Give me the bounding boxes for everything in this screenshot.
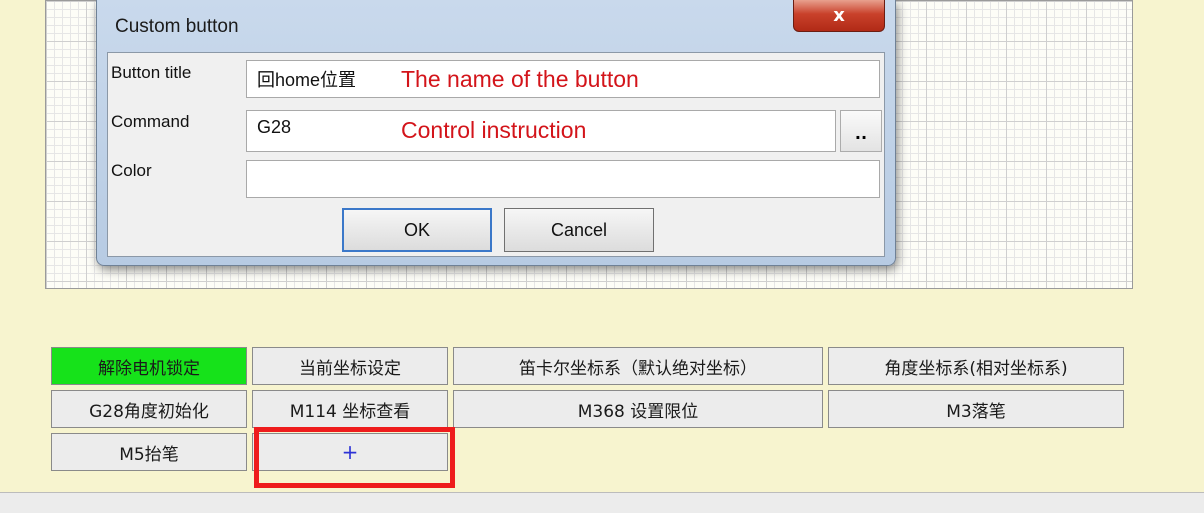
m5-pen-up-button[interactable]: M5抬笔 [51,433,247,471]
set-coordinates-button[interactable]: 当前坐标设定 [252,347,448,385]
button-title-annotation: The name of the button [401,66,639,92]
color-input[interactable] [246,160,880,198]
unlock-motor-button[interactable]: 解除电机锁定 [51,347,247,385]
close-icon: x [833,5,845,26]
cartesian-coordinates-button[interactable]: 笛卡尔坐标系（默认绝对坐标） [453,347,823,385]
m368-set-limit-button[interactable]: M368 设置限位 [453,390,823,428]
g28-angle-init-button[interactable]: G28角度初始化 [51,390,247,428]
command-label: Command [111,112,190,131]
command-annotation: Control instruction [401,117,587,143]
angle-coordinates-button[interactable]: 角度坐标系(相对坐标系) [828,347,1124,385]
custom-button-panel: 解除电机锁定 当前坐标设定 笛卡尔坐标系（默认绝对坐标） 角度坐标系(相对坐标系… [51,347,1124,471]
button-title-value: 回home位置 [257,70,357,90]
add-button-highlight [254,427,455,488]
custom-button-dialog: Custom button x Button title 回home位置 The… [96,0,896,266]
dialog-title: Custom button [115,16,239,37]
status-bar [0,492,1204,513]
m114-view-coordinates-button[interactable]: M114 坐标查看 [252,390,448,428]
command-value: G28 [257,117,292,137]
dialog-body: Button title 回home位置 The name of the but… [107,52,885,257]
close-button[interactable]: x [793,0,885,32]
button-title-label: Button title [111,63,192,82]
color-label: Color [111,161,152,180]
m3-pen-down-button[interactable]: M3落笔 [828,390,1124,428]
browse-command-button[interactable]: .. [840,110,882,152]
ok-button[interactable]: OK [342,208,492,252]
cancel-button[interactable]: Cancel [504,208,654,252]
